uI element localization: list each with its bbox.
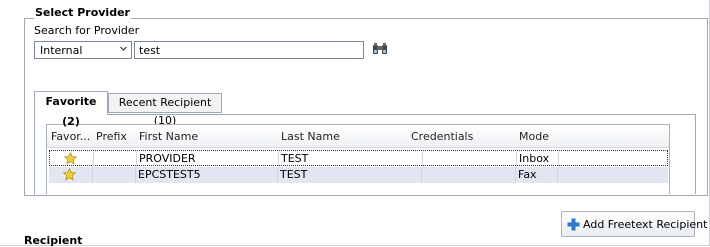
table-row[interactable]: PROVIDER TEST Inbox (49, 150, 668, 167)
binoculars-icon[interactable] (372, 41, 388, 57)
cell-last-name: TEST (281, 152, 309, 165)
search-input[interactable] (134, 41, 364, 59)
provider-grid: Favor... Prefix First Name Last Name Cre… (46, 124, 670, 194)
column-header-prefix[interactable]: Prefix (96, 130, 127, 143)
cell-mode: Fax (518, 168, 537, 181)
cell-first-name: EPCSTEST5 (138, 168, 201, 181)
tab-favorite[interactable]: Favorite (2) (34, 91, 108, 128)
column-header-credentials[interactable]: Credentials (411, 130, 473, 143)
table-row[interactable]: EPCSTEST5 TEST Fax (49, 167, 668, 183)
recipient-section-title: Recipient (24, 234, 83, 247)
grid-header: Favor... Prefix First Name Last Name Cre… (47, 125, 669, 148)
cell-first-name: PROVIDER (139, 152, 196, 165)
section-title: Select Provider (34, 6, 131, 19)
tab-recent-recipient[interactable]: Recent Recipient (10) (108, 93, 222, 127)
column-header-first-name[interactable]: First Name (139, 130, 198, 143)
chevron-down-icon (120, 46, 127, 51)
column-header-last-name[interactable]: Last Name (281, 130, 340, 143)
add-freetext-recipient-label: Add Freetext Recipient (583, 218, 708, 231)
search-label: Search for Provider (34, 24, 140, 37)
plus-icon (567, 218, 580, 231)
provider-scope-select[interactable]: Internal (34, 41, 132, 59)
star-icon[interactable] (63, 168, 76, 181)
add-freetext-recipient-button[interactable]: Add Freetext Recipient (561, 211, 707, 237)
column-header-mode[interactable]: Mode (519, 130, 549, 143)
provider-panel: Select Provider Search for Provider Inte… (0, 0, 710, 247)
star-icon[interactable] (64, 152, 77, 165)
cell-last-name: TEST (280, 168, 308, 181)
cell-mode: Inbox (519, 152, 550, 165)
provider-scope-value: Internal (40, 44, 83, 57)
